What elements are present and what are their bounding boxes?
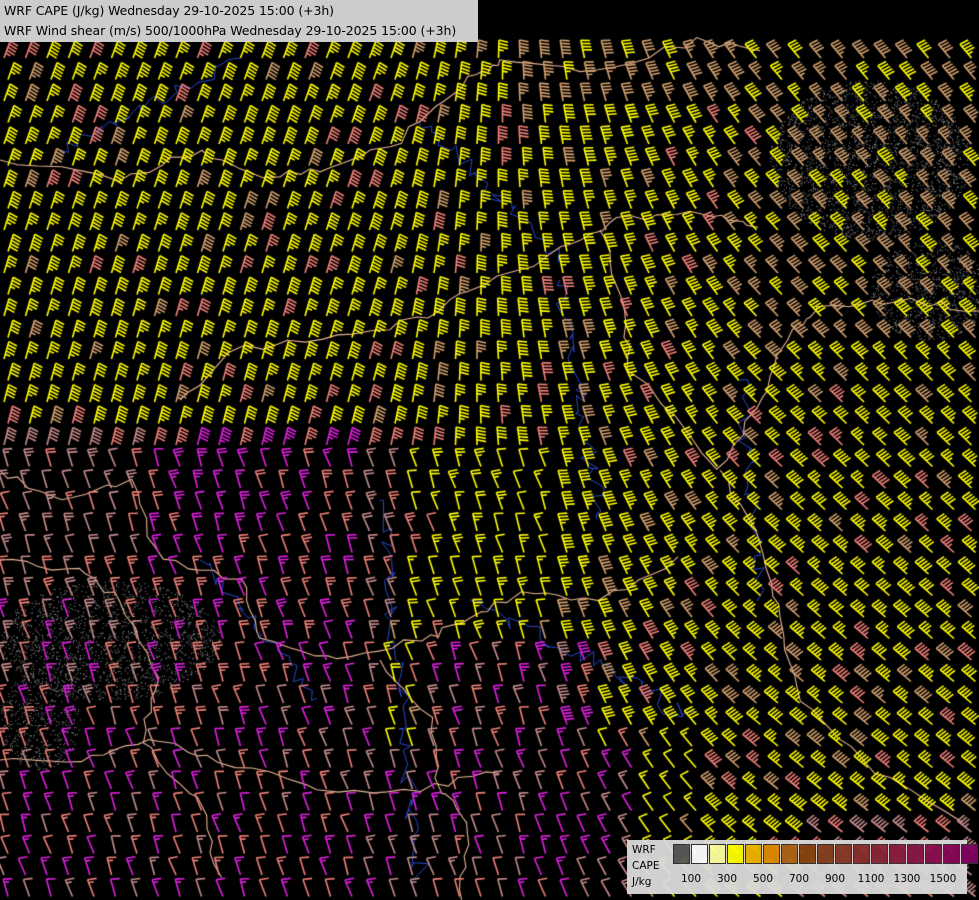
- legend-swatch: [709, 844, 726, 864]
- map-title: WRF CAPE (J/kg) Wednesday 29-10-2025 15:…: [0, 0, 478, 42]
- legend-model-label: WRF: [632, 844, 656, 856]
- legend-swatch: [889, 844, 906, 864]
- legend-tick-labels: 100 300 500 700 900 1100 1300 1500: [673, 873, 963, 889]
- legend-swatch: [961, 844, 978, 864]
- legend-field-label: CAPE: [632, 860, 660, 872]
- legend-tick: 700: [788, 873, 810, 885]
- legend-tick: 100: [680, 873, 702, 885]
- legend-tick: 1100: [857, 873, 885, 885]
- legend-swatch: [745, 844, 762, 864]
- legend-tick: 300: [716, 873, 738, 885]
- wind-shear-title-line: WRF Wind shear (m/s) 500/1000hPa Wednesd…: [4, 23, 457, 38]
- legend-tick: 900: [824, 873, 846, 885]
- legend-swatch: [691, 844, 708, 864]
- legend-swatch: [799, 844, 816, 864]
- legend-tick: 1500: [929, 873, 957, 885]
- legend-tick: 500: [752, 873, 774, 885]
- legend-swatch: [781, 844, 798, 864]
- legend-tick: 1300: [893, 873, 921, 885]
- legend-unit-label: J/kg: [632, 876, 652, 888]
- legend-swatch: [943, 844, 960, 864]
- legend-swatches: [673, 844, 979, 864]
- legend-swatch: [853, 844, 870, 864]
- wind-shear-barb-map: [0, 0, 979, 900]
- legend-swatch: [907, 844, 924, 864]
- legend-swatch: [727, 844, 744, 864]
- legend-swatch: [871, 844, 888, 864]
- cape-color-legend: WRF CAPE J/kg 100 300 500 700 900 1100 1300 150…: [627, 840, 978, 894]
- legend-swatch: [835, 844, 852, 864]
- cape-title-line: WRF CAPE (J/kg) Wednesday 29-10-2025 15:…: [4, 3, 334, 18]
- legend-swatch: [673, 844, 690, 864]
- legend-swatch: [817, 844, 834, 864]
- legend-swatch: [925, 844, 942, 864]
- legend-swatch: [763, 844, 780, 864]
